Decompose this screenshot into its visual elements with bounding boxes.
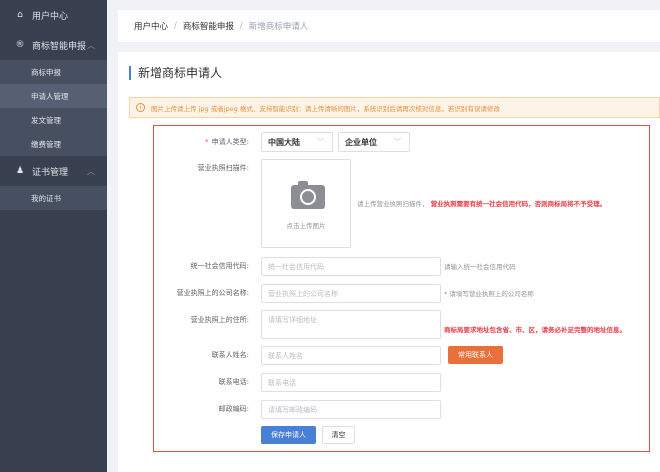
company-hint: * 请填写营业执照上的公司名称 (444, 290, 534, 298)
info-icon: i (136, 103, 145, 112)
postal-code-input[interactable]: 请填写邮政编码 (261, 400, 441, 419)
phone-label: 联系电话: (218, 378, 249, 386)
credit-code-input[interactable]: 统一社会信用代码 (261, 257, 441, 276)
sidebar-item-trademark-apply[interactable]: 商标申报 (0, 60, 107, 84)
breadcrumb: 用户中心 / 商标智能申报 / 新增商标申请人 (118, 10, 660, 42)
type-label: * 申请人类型: (205, 138, 249, 146)
common-contact-button[interactable]: 常用联系人 (448, 346, 503, 364)
user-cert-icon: ♟ (15, 166, 25, 176)
license-upload[interactable]: 点击上传图片 (261, 159, 351, 248)
sidebar-item-my-certificate[interactable]: 我的证书 (0, 186, 107, 210)
region-select[interactable]: 中国大陆 ﹀ (261, 132, 333, 152)
chevron-up-icon: ︿ (87, 40, 95, 50)
entity-select[interactable]: 企业单位 ﹀ (338, 132, 410, 152)
clear-button[interactable]: 清空 (322, 426, 355, 444)
registered-icon: ® (15, 40, 25, 50)
phone-input[interactable]: 联系电话 (261, 373, 441, 392)
postal-label: 邮政编码: (218, 405, 249, 413)
home-icon: ⌂ (17, 10, 23, 20)
sidebar: ⌂ 用户中心 ® 商标智能申报 ︿ 商标申报 申请人管理 发文管理 缴费管理 ♟ 证书管… (0, 0, 107, 472)
address-textarea[interactable]: 请填写详细地址 (261, 310, 441, 339)
sidebar-item-trademark[interactable]: ® 商标智能申报 ︿ (0, 30, 107, 60)
sidebar-item-fees[interactable]: 缴费管理 (0, 132, 107, 156)
breadcrumb-item[interactable]: 商标智能申报 (183, 20, 234, 32)
license-hint: 请上传营业执照扫描件， 营业执照需要有统一社会信用代码，否则商标局将不予受理。 (357, 200, 607, 208)
sidebar-item-certificate[interactable]: ♟ 证书管理 ︿ (0, 156, 107, 186)
camera-icon (291, 181, 325, 209)
credit-label: 统一社会信用代码: (190, 262, 249, 270)
sidebar-item-user-center[interactable]: ⌂ 用户中心 (0, 0, 107, 30)
contact-name-input[interactable]: 联系人姓名 (261, 346, 441, 365)
breadcrumb-item[interactable]: 用户中心 (134, 20, 168, 32)
content-card: 新增商标申请人 i 图片上传请上传 jpg 或者jpeg 格式、支持智能识别：请上… (118, 52, 660, 472)
address-warning: 商标局要求地址包含省、市、区，请务必补足完整的地址信息。 (444, 326, 626, 334)
sidebar-item-documents[interactable]: 发文管理 (0, 108, 107, 132)
credit-hint: 请输入统一社会信用代码 (444, 263, 516, 271)
company-label: 营业执照上的公司名称: (176, 289, 249, 297)
chevron-up-icon: ︿ (87, 166, 95, 176)
chevron-down-icon: ﹀ (317, 138, 324, 146)
upload-text: 点击上传图片 (286, 222, 326, 230)
save-button[interactable]: 保存申请人 (261, 426, 316, 444)
address-label: 营业执照上的住所: (190, 316, 249, 324)
contact-label: 联系人姓名: (211, 351, 249, 359)
sidebar-item-applicant-manage[interactable]: 申请人管理 (0, 84, 107, 108)
chevron-down-icon: ﹀ (394, 138, 401, 146)
license-label: 营业执照扫描件: (197, 164, 249, 172)
info-alert: i 图片上传请上传 jpg 或者jpeg 格式、支持智能识别：请上传清晰的图片，系… (129, 97, 660, 118)
company-name-input[interactable]: 营业执照上的公司名称 (261, 284, 441, 303)
breadcrumb-current: 新增商标申请人 (248, 22, 309, 32)
page-title: 新增商标申请人 (129, 66, 222, 80)
applicant-form: * 申请人类型: 中国大陆 ﹀ 企业单位 ﹀ 营业执照扫描件: 点击上传图片 请上传营… (153, 125, 650, 452)
